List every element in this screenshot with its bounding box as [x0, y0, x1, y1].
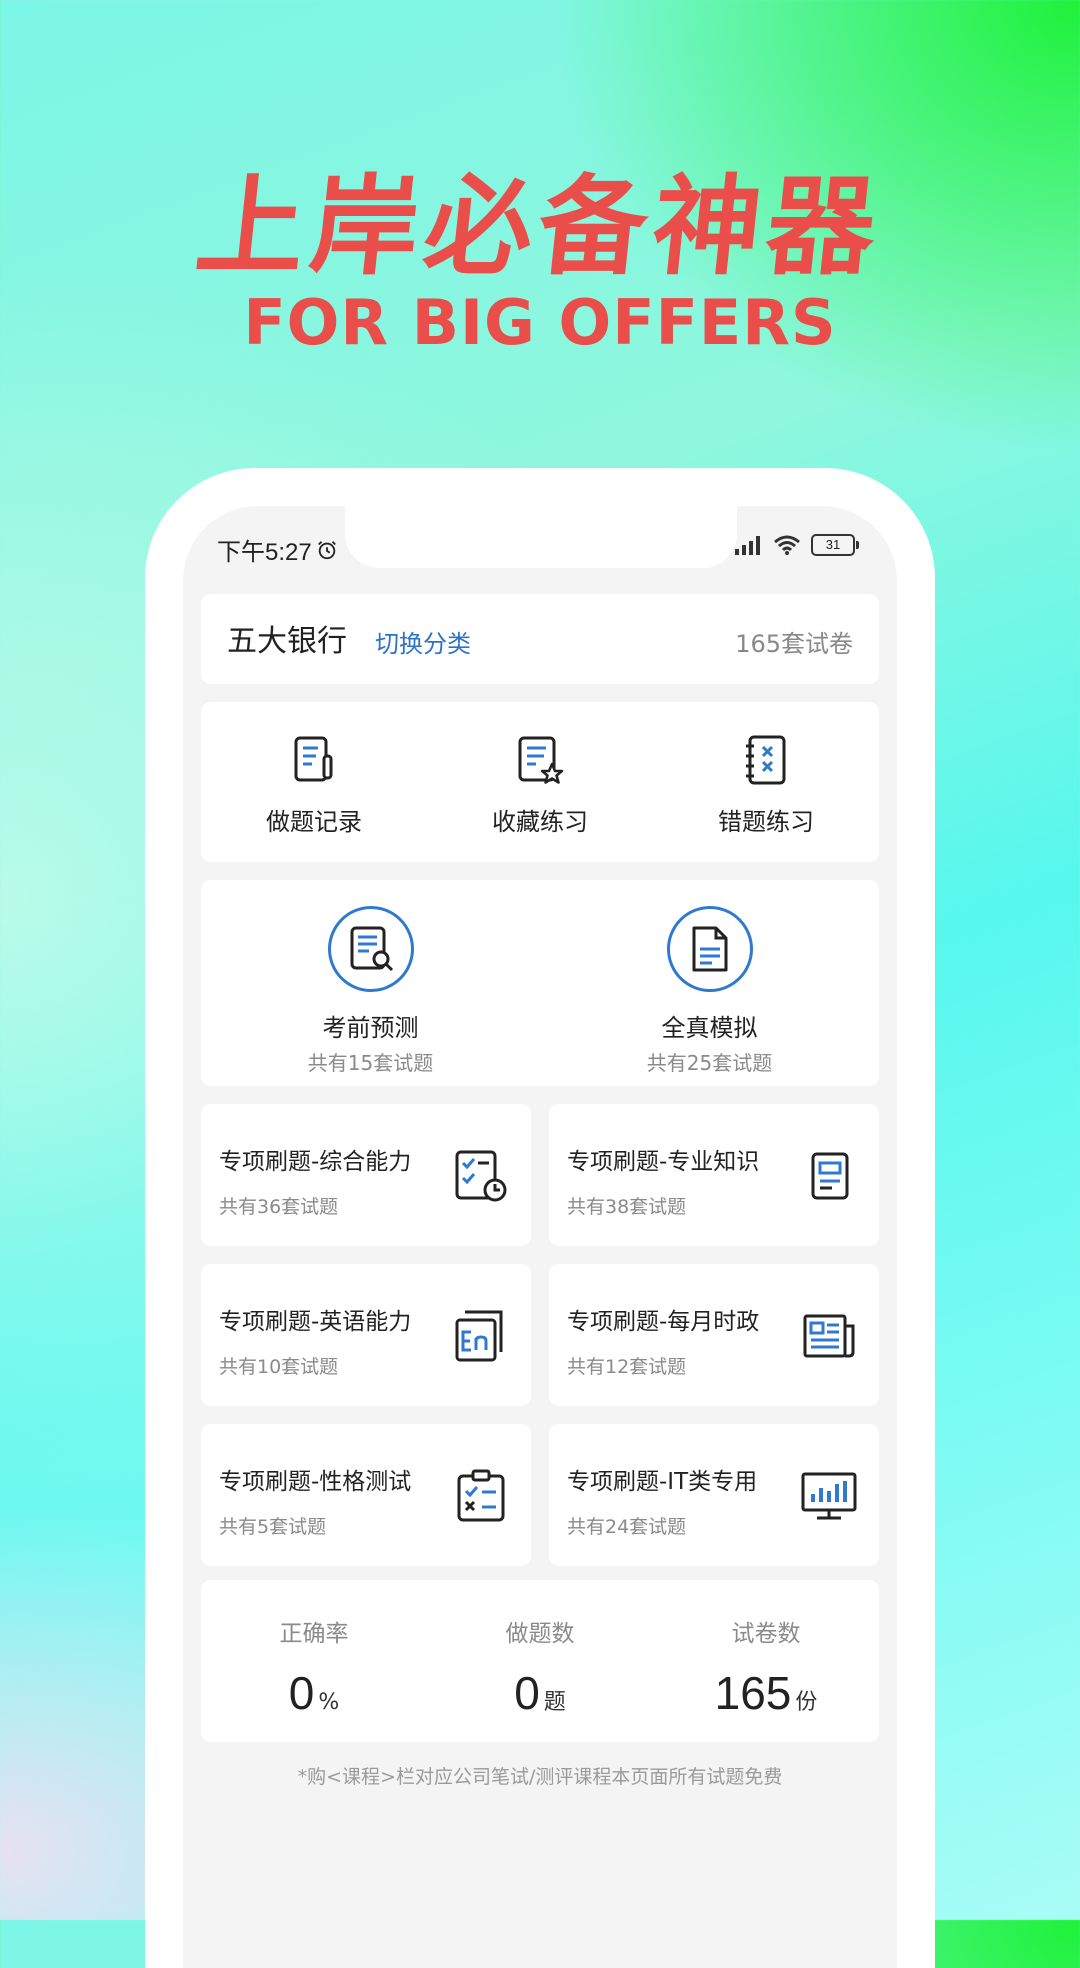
phone-frame: 下午5:27 31 五大银行 切换分类 165套试卷 做题记录 收藏练习 错题练…: [145, 468, 935, 1968]
quick-action-wrong[interactable]: 错题练习: [653, 702, 879, 862]
stat-value-row: 0 题: [514, 1666, 566, 1720]
stat-value: 165: [714, 1667, 792, 1719]
signal-icon: [735, 536, 760, 555]
topic-title: 专项刷题-综合能力: [219, 1149, 412, 1175]
clipboard-icon: [457, 1469, 505, 1522]
mock-exam-count: 共有15套试题: [307, 1051, 434, 1075]
topic-count: 共有38套试题: [567, 1196, 687, 1218]
mock-exam-simulation[interactable]: 全真模拟 共有25套试题: [540, 880, 879, 1086]
hero-title: 上岸必备神器: [190, 165, 888, 290]
category-header: 五大银行 切换分类 165套试卷: [201, 594, 879, 684]
battery-icon: 31: [811, 534, 859, 556]
stat-label: 正确率: [279, 1621, 349, 1647]
stat-label: 做题数: [505, 1621, 575, 1647]
book-icon: [811, 1152, 849, 1200]
battery-level: 31: [825, 537, 841, 552]
alarm-icon: [317, 540, 336, 559]
checklist-clock-icon: [455, 1150, 507, 1202]
topic-count: 共有12套试题: [567, 1356, 687, 1378]
category-title: 五大银行: [227, 624, 347, 659]
topic-title: 专项刷题-英语能力: [219, 1309, 412, 1335]
topic-count: 共有5套试题: [219, 1516, 327, 1538]
topic-count: 共有10套试题: [219, 1356, 339, 1378]
topic-card-comprehensive[interactable]: 专项刷题-综合能力 共有36套试题: [201, 1104, 531, 1246]
status-time: 下午5:27: [217, 532, 338, 567]
phone-screen: 下午5:27 31 五大银行 切换分类 165套试卷 做题记录 收藏练习 错题练…: [183, 506, 897, 1968]
document-icon: [692, 926, 727, 972]
stats-panel: 正确率 0 % 做题数 0 题 试卷数 165 份: [201, 1580, 879, 1742]
paper-count: 165套试卷: [735, 630, 853, 658]
notch: [345, 506, 737, 568]
topic-title: 专项刷题-专业知识: [567, 1149, 760, 1175]
stat-questions-done: 做题数 0 题: [427, 1580, 653, 1742]
switch-category-link[interactable]: 切换分类: [375, 624, 471, 659]
quick-action-label: 错题练习: [718, 808, 814, 836]
stat-unit: %: [318, 1690, 340, 1715]
topic-card-it[interactable]: 专项刷题-IT类专用 共有24套试题: [549, 1424, 879, 1566]
mock-exam-label: 考前预测: [322, 1014, 419, 1042]
mock-icon-circle: [666, 906, 753, 992]
status-icons: 31: [733, 534, 859, 556]
newspaper-icon: [803, 1314, 855, 1358]
topic-card-current-affairs[interactable]: 专项刷题-每月时政 共有12套试题: [549, 1264, 879, 1406]
footnote: *购<课程>栏对应公司笔试/测评课程本页面所有试题免费: [297, 1766, 783, 1788]
monitor-chart-icon: [801, 1472, 857, 1520]
mock-exam-count: 共有25套试题: [646, 1051, 773, 1075]
english-icon: [455, 1310, 503, 1362]
mock-exams: 考前预测 共有15套试题 全真模拟 共有25套试题: [201, 880, 879, 1086]
topic-count: 共有24套试题: [567, 1516, 687, 1538]
search-document-icon: [350, 926, 393, 972]
status-time-text: 下午5:27: [217, 539, 312, 566]
stat-value-row: 165 份: [715, 1666, 818, 1720]
favorite-icon: [518, 736, 564, 784]
topic-card-professional[interactable]: 专项刷题-专业知识 共有38套试题: [549, 1104, 879, 1246]
stat-value: 0: [288, 1667, 315, 1719]
hero-subtitle: FOR BIG OFFERS: [243, 286, 837, 359]
topic-count: 共有36套试题: [219, 1196, 339, 1218]
mock-exam-prediction[interactable]: 考前预测 共有15套试题: [201, 880, 540, 1086]
stat-unit: 份: [795, 1690, 818, 1715]
stat-accuracy: 正确率 0 %: [201, 1580, 427, 1742]
stat-label: 试卷数: [731, 1621, 801, 1647]
record-icon: [294, 736, 333, 782]
mock-icon-circle: [327, 906, 414, 992]
stat-value-row: 0 %: [289, 1666, 340, 1720]
mock-exam-label: 全真模拟: [661, 1014, 758, 1042]
wifi-icon: [774, 535, 800, 555]
quick-action-label: 做题记录: [266, 808, 362, 836]
topic-card-english[interactable]: 专项刷题-英语能力 共有10套试题: [201, 1264, 531, 1406]
screenshot: { "hero": { "title": "上岸必备神器", "subtitle…: [0, 0, 1080, 1968]
quick-action-favorite[interactable]: 收藏练习: [427, 702, 653, 862]
wrong-questions-icon: [746, 735, 786, 785]
quick-actions: 做题记录 收藏练习 错题练习: [201, 702, 879, 862]
topic-title: 专项刷题-每月时政: [567, 1309, 760, 1335]
quick-action-record[interactable]: 做题记录: [201, 702, 427, 862]
topic-title: 专项刷题-IT类专用: [567, 1469, 758, 1495]
quick-action-label: 收藏练习: [492, 808, 588, 836]
stat-unit: 题: [543, 1690, 566, 1715]
stat-value: 0: [514, 1667, 540, 1719]
topic-card-personality[interactable]: 专项刷题-性格测试 共有5套试题: [201, 1424, 531, 1566]
stat-papers: 试卷数 165 份: [653, 1580, 879, 1742]
topic-title: 专项刷题-性格测试: [219, 1469, 412, 1495]
